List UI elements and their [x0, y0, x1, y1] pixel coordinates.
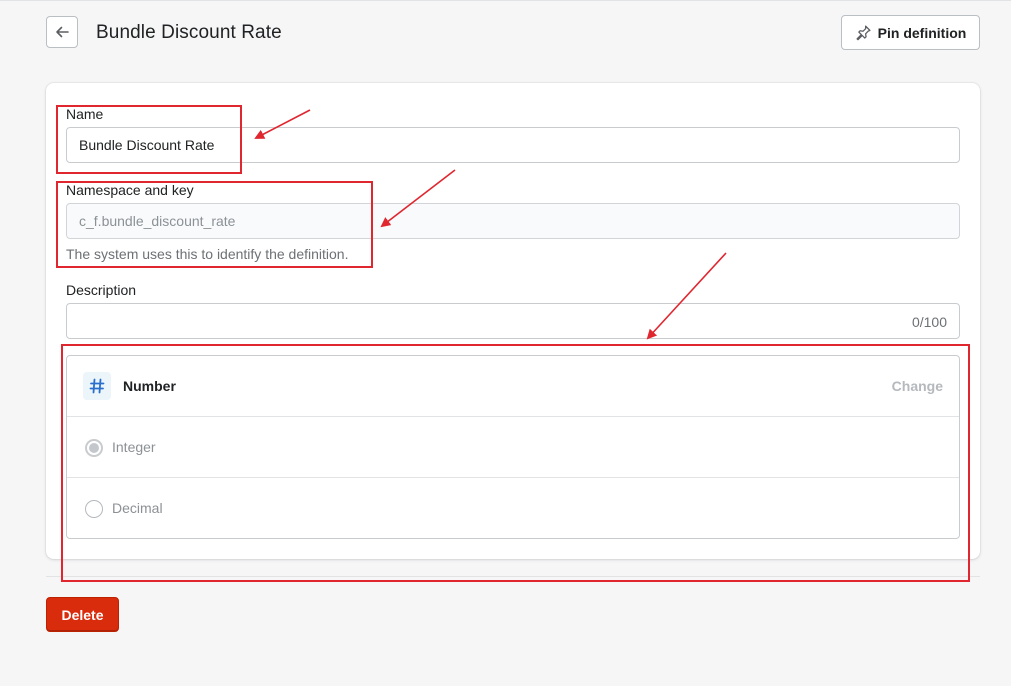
decimal-radio-label: Decimal	[112, 500, 163, 516]
page-title: Bundle Discount Rate	[96, 22, 282, 43]
change-type-button[interactable]: Change	[892, 378, 943, 394]
integer-radio-label: Integer	[112, 439, 156, 455]
namespace-label: Namespace and key	[66, 182, 194, 198]
hash-icon	[83, 372, 111, 400]
namespace-key-value: c_f.bundle_discount_rate	[79, 213, 236, 229]
integer-option-row[interactable]: Integer	[67, 417, 959, 478]
name-input-value: Bundle Discount Rate	[79, 137, 215, 153]
pin-definition-button[interactable]: Pin definition	[841, 15, 980, 50]
type-header-row: Number Change	[67, 356, 959, 417]
delete-button[interactable]: Delete	[46, 597, 119, 632]
top-divider	[0, 0, 1011, 1]
name-input[interactable]: Bundle Discount Rate	[66, 127, 960, 163]
description-input[interactable]: 0/100	[66, 303, 960, 339]
pin-definition-label: Pin definition	[877, 24, 967, 41]
description-char-counter: 0/100	[911, 314, 947, 330]
pin-icon	[856, 25, 871, 41]
arrow-left-icon	[56, 26, 69, 38]
namespace-key-input: c_f.bundle_discount_rate	[66, 203, 960, 239]
type-selector: Number Change Integer Decimal	[66, 355, 960, 539]
description-label: Description	[66, 282, 137, 298]
namespace-help-text: The system uses this to identify the def…	[66, 246, 349, 262]
name-label: Name	[66, 106, 104, 122]
integer-radio[interactable]	[85, 439, 103, 457]
footer-divider	[46, 576, 980, 577]
decimal-radio[interactable]	[85, 500, 103, 518]
type-name: Number	[123, 378, 176, 394]
decimal-option-row[interactable]: Decimal	[67, 478, 959, 539]
back-button[interactable]	[46, 16, 78, 48]
